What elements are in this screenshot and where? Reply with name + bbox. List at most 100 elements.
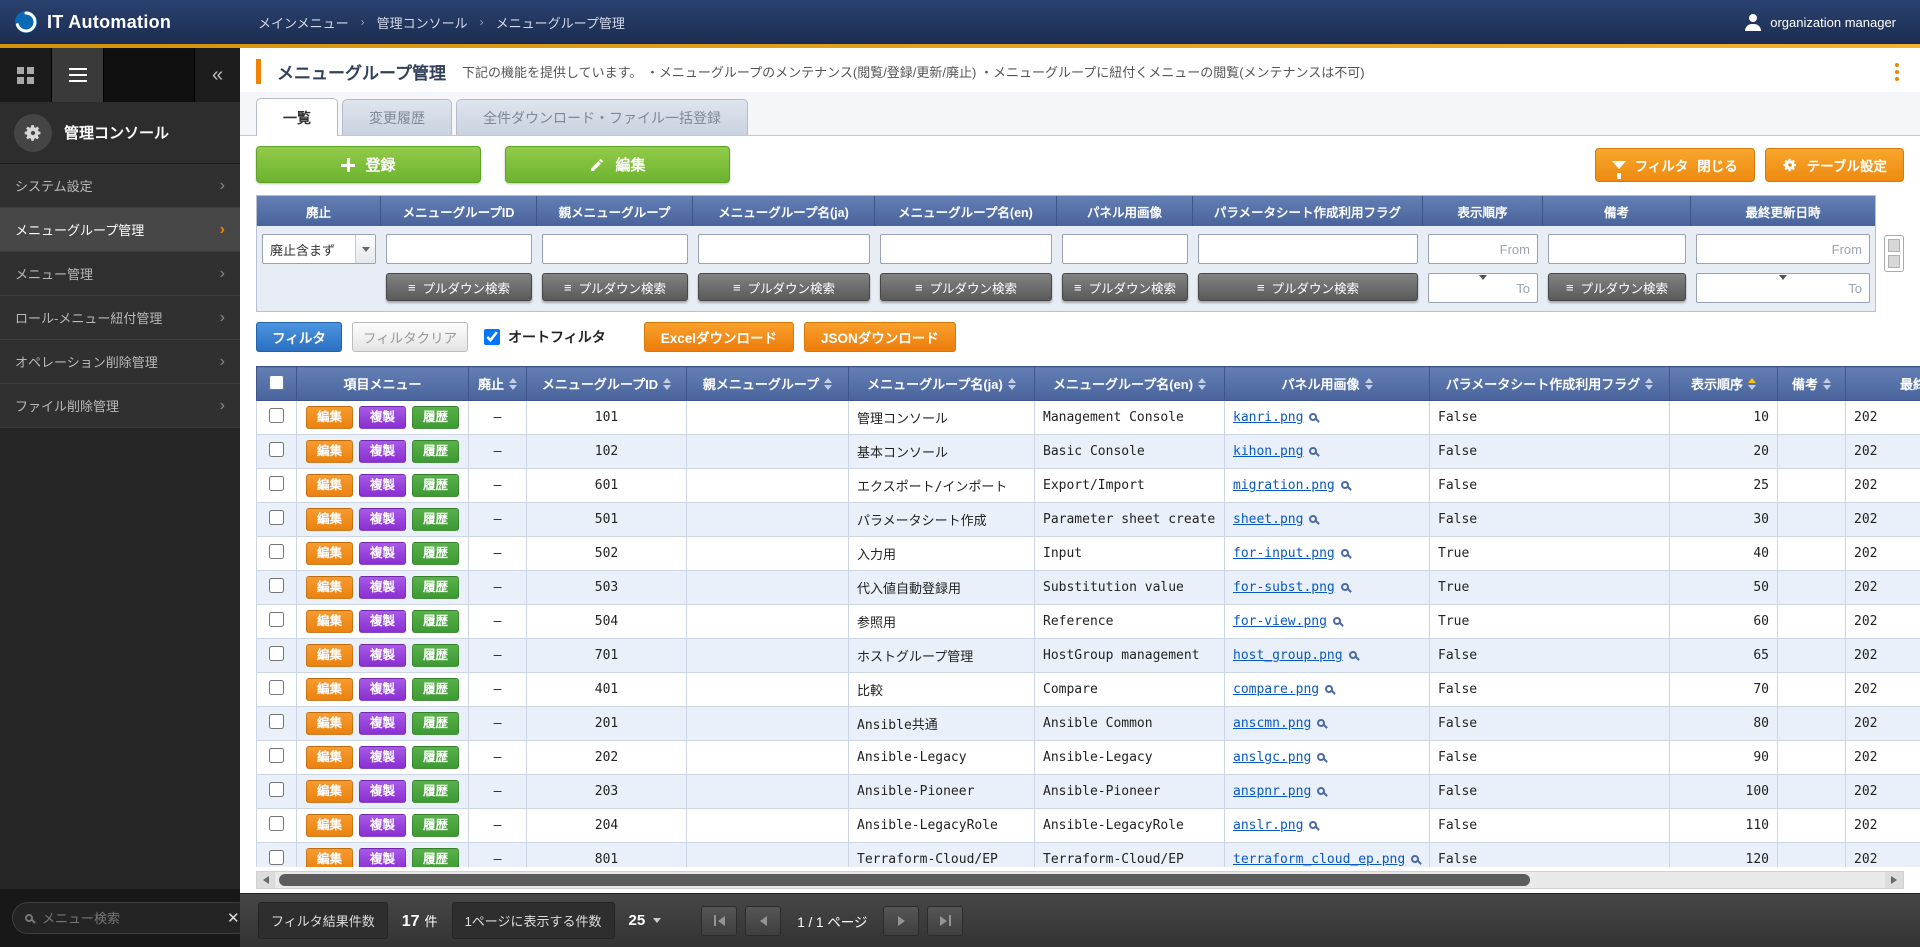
menu-search-input[interactable] <box>42 911 218 926</box>
copy-row-button[interactable]: 複製 <box>359 406 406 429</box>
next-page-button[interactable] <box>883 906 919 936</box>
history-row-button[interactable]: 履歴 <box>412 610 459 633</box>
copy-row-button[interactable]: 複製 <box>359 440 406 463</box>
pulldown-search-button[interactable]: ≡プルダウン検索 <box>1198 273 1418 301</box>
panel-image-link[interactable]: for-input.png <box>1233 546 1335 561</box>
column-header[interactable]: 廃止 <box>469 367 527 401</box>
pulldown-search-button[interactable]: ≡プルダウン検索 <box>698 273 870 301</box>
excel-download-button[interactable]: Excelダウンロード <box>644 322 794 352</box>
edit-row-button[interactable]: 編集 <box>306 610 353 633</box>
sort-icon[interactable] <box>1748 378 1756 390</box>
edit-row-button[interactable]: 編集 <box>306 508 353 531</box>
copy-row-button[interactable]: 複製 <box>359 644 406 667</box>
panel-image-link[interactable]: host_group.png <box>1233 648 1343 663</box>
column-header[interactable]: 親メニューグループ <box>687 367 849 401</box>
filter-text-input[interactable] <box>698 234 870 264</box>
magnifier-icon[interactable] <box>1411 855 1419 863</box>
magnifier-icon[interactable] <box>1309 515 1317 523</box>
sidebar-item[interactable]: オペレーション削除管理› <box>0 340 240 384</box>
panel-image-link[interactable]: compare.png <box>1233 682 1319 697</box>
history-row-button[interactable]: 履歴 <box>412 508 459 531</box>
history-row-button[interactable]: 履歴 <box>412 542 459 565</box>
filter-text-input[interactable] <box>1548 234 1686 264</box>
breadcrumb-item[interactable]: メインメニュー <box>258 13 349 32</box>
row-checkbox[interactable] <box>269 612 284 627</box>
magnifier-icon[interactable] <box>1341 481 1349 489</box>
pulldown-search-button[interactable]: ≡プルダウン検索 <box>386 273 532 301</box>
pulldown-search-button[interactable]: ≡プルダウン検索 <box>880 273 1052 301</box>
panel-image-link[interactable]: sheet.png <box>1233 512 1303 527</box>
panel-image-link[interactable]: anslgc.png <box>1233 750 1311 765</box>
panel-image-link[interactable]: for-subst.png <box>1233 580 1335 595</box>
sidebar-tab-list[interactable] <box>52 48 104 102</box>
column-header[interactable]: 備考 <box>1778 367 1846 401</box>
copy-row-button[interactable]: 複製 <box>359 474 406 497</box>
horizontal-scroll-thumb[interactable] <box>279 874 1530 886</box>
row-checkbox[interactable] <box>269 544 284 559</box>
tab[interactable]: 変更履歴 <box>342 99 452 135</box>
sidebar-item[interactable]: メニュー管理› <box>0 252 240 296</box>
copy-row-button[interactable]: 複製 <box>359 542 406 565</box>
row-checkbox[interactable] <box>269 476 284 491</box>
filter-clear-button[interactable]: フィルタクリア <box>352 322 468 352</box>
sort-icon[interactable] <box>824 378 832 390</box>
tab[interactable]: 一覧 <box>256 98 338 136</box>
edit-row-button[interactable]: 編集 <box>306 780 353 803</box>
panel-image-link[interactable]: for-view.png <box>1233 614 1327 629</box>
copy-row-button[interactable]: 複製 <box>359 678 406 701</box>
history-row-button[interactable]: 履歴 <box>412 474 459 497</box>
copy-row-button[interactable]: 複製 <box>359 848 406 867</box>
user-menu[interactable]: organization manager <box>1745 14 1920 31</box>
row-checkbox[interactable] <box>269 408 284 423</box>
magnifier-icon[interactable] <box>1317 753 1325 761</box>
sort-icon[interactable] <box>1365 378 1373 390</box>
filter-from-input[interactable] <box>1696 234 1870 264</box>
copy-row-button[interactable]: 複製 <box>359 576 406 599</box>
filter-apply-button[interactable]: フィルタ <box>256 322 342 352</box>
column-header[interactable]: パラメータシート作成利用フラグ <box>1430 367 1670 401</box>
filter-from-input[interactable] <box>1428 234 1538 264</box>
discard-filter-select[interactable]: 廃止含まず <box>262 234 376 264</box>
row-checkbox[interactable] <box>269 850 284 865</box>
copy-row-button[interactable]: 複製 <box>359 814 406 837</box>
edit-row-button[interactable]: 編集 <box>306 576 353 599</box>
magnifier-icon[interactable] <box>1309 821 1317 829</box>
history-row-button[interactable]: 履歴 <box>412 780 459 803</box>
magnifier-icon[interactable] <box>1333 617 1341 625</box>
scroll-right-arrow-icon[interactable] <box>1885 872 1903 888</box>
history-row-button[interactable]: 履歴 <box>412 440 459 463</box>
tab[interactable]: 全件ダウンロード・ファイル一括登録 <box>456 99 748 135</box>
row-checkbox[interactable] <box>269 510 284 525</box>
json-download-button[interactable]: JSONダウンロード <box>804 322 956 352</box>
page-size-select[interactable]: 25 <box>629 912 662 929</box>
clear-search-icon[interactable]: ✕ <box>227 909 240 927</box>
filter-text-input[interactable] <box>880 234 1052 264</box>
scroll-left-arrow-icon[interactable] <box>257 872 275 888</box>
history-row-button[interactable]: 履歴 <box>412 576 459 599</box>
sort-icon[interactable] <box>1008 378 1016 390</box>
panel-image-link[interactable]: kihon.png <box>1233 444 1303 459</box>
last-page-button[interactable] <box>927 906 963 936</box>
table-settings-button[interactable]: テーブル設定 <box>1765 148 1904 182</box>
row-checkbox[interactable] <box>269 816 284 831</box>
edit-row-button[interactable]: 編集 <box>306 406 353 429</box>
magnifier-icon[interactable] <box>1341 583 1349 591</box>
panel-image-link[interactable]: terraform_cloud_ep.png <box>1233 852 1405 867</box>
row-checkbox[interactable] <box>269 714 284 729</box>
column-header[interactable]: メニューグループID <box>527 367 687 401</box>
panel-image-link[interactable]: anscmn.png <box>1233 716 1311 731</box>
edit-row-button[interactable]: 編集 <box>306 440 353 463</box>
panel-image-link[interactable]: migration.png <box>1233 478 1335 493</box>
column-header[interactable]: メニューグループ名(en) <box>1035 367 1225 401</box>
panel-image-link[interactable]: kanri.png <box>1233 410 1303 425</box>
history-row-button[interactable]: 履歴 <box>412 814 459 837</box>
horizontal-scrollbar[interactable] <box>256 871 1904 889</box>
sort-icon[interactable] <box>1198 378 1206 390</box>
copy-row-button[interactable]: 複製 <box>359 780 406 803</box>
magnifier-icon[interactable] <box>1317 787 1325 795</box>
magnifier-icon[interactable] <box>1325 685 1333 693</box>
edit-row-button[interactable]: 編集 <box>306 678 353 701</box>
sort-icon[interactable] <box>1645 378 1653 390</box>
select-all-checkbox[interactable] <box>269 375 284 390</box>
breadcrumb-item[interactable]: メニューグループ管理 <box>496 13 625 32</box>
